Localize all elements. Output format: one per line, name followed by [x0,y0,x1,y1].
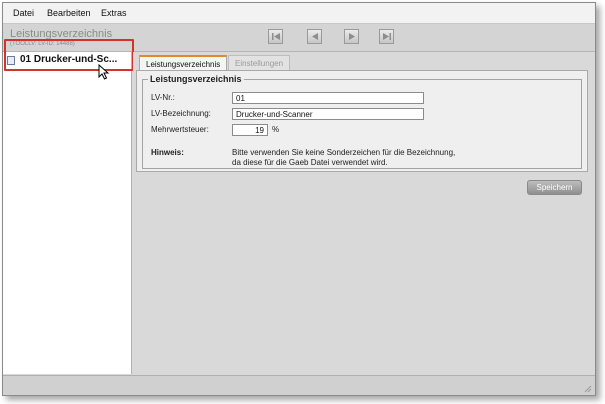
hint-line-1: Bitte verwenden Sie keine Sonderzeichen … [232,148,456,157]
lv-tree-sidebar: 01 Drucker-und-Sc... [3,52,132,374]
menu-bearbeiten[interactable]: Bearbeiten [47,8,91,18]
next-icon [349,33,355,40]
lv-fieldset: Leistungsverzeichnis LV-Nr.: 01 LV-Bezei… [142,74,582,169]
mouse-cursor-icon [98,64,110,80]
hint-label: Hinweis: [151,148,184,157]
resize-grip-icon[interactable] [582,383,592,393]
previous-record-button[interactable] [307,29,322,44]
menu-extras[interactable]: Extras [101,8,127,18]
lv-nr-label: LV-Nr.: [151,93,175,102]
fieldset-legend: Leistungsverzeichnis [148,74,244,84]
last-icon [383,33,391,40]
mehrwertsteuer-input[interactable]: 19 [232,124,268,136]
lv-bezeichnung-label: LV-Bezeichnung: [151,109,211,118]
main-content: Leistungsverzeichnis Einstellungen Leist… [133,52,595,374]
percent-unit: % [272,125,280,134]
hint-text: Bitte verwenden Sie keine Sonderzeichen … [232,148,455,168]
mehrwertsteuer-label: Mehrwertsteuer: [151,125,209,134]
lv-bezeichnung-input[interactable]: Drucker-und-Scanner [232,108,424,120]
tab-leistungsverzeichnis[interactable]: Leistungsverzeichnis [139,55,228,70]
selection-highlight [4,39,134,71]
first-record-button[interactable] [268,29,283,44]
next-record-button[interactable] [344,29,359,44]
last-record-button[interactable] [379,29,394,44]
lv-nr-input[interactable]: 01 [232,92,424,104]
tab-panel: Leistungsverzeichnis LV-Nr.: 01 LV-Bezei… [136,70,588,172]
menu-datei[interactable]: Datei [13,8,34,18]
status-bar [3,375,595,395]
tab-einstellungen[interactable]: Einstellungen [228,55,291,70]
first-icon [272,33,280,40]
save-button[interactable]: Speichern [527,180,582,195]
hint-line-2: da diese für die Gaeb Datei verwendet wi… [232,158,388,167]
prev-icon [312,33,318,40]
menu-bar: Datei Bearbeiten Extras [3,3,595,24]
app-window: Datei Bearbeiten Extras Leistungsverzeic… [2,2,596,396]
